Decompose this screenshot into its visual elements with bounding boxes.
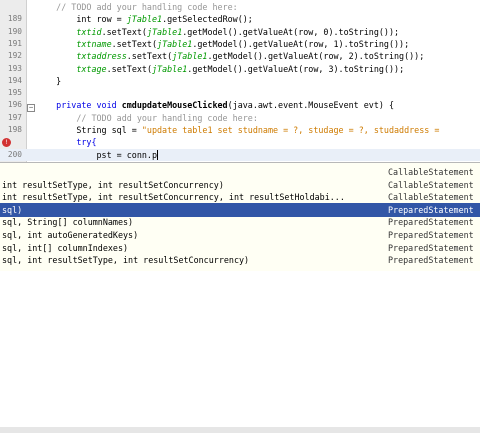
code-line[interactable]: 191 txtname.setText(jTable1.getModel().g… xyxy=(0,38,480,50)
code-token: // TODO add your handling code here: xyxy=(36,2,238,12)
code-token: (java.awt.event.MouseEvent evt) { xyxy=(227,100,395,111)
code-token: txtage xyxy=(76,63,107,74)
line-number: 189 xyxy=(7,14,22,24)
code-token: txtid xyxy=(76,26,102,37)
completion-footer xyxy=(0,427,480,433)
code-text: txtid.setText(jTable1.getModel().getValu… xyxy=(36,26,399,38)
code-line[interactable]: 197 // TODO add your handling code here: xyxy=(0,112,480,124)
code-text: private void cmdupdateMouseClicked(java.… xyxy=(36,99,394,111)
code-line[interactable]: // TODO add your handling code here: xyxy=(0,1,480,13)
code-text: txtname.setText(jTable1.getModel().getVa… xyxy=(36,38,409,50)
code-token: .getModel().getValueAt(row, 2).toString(… xyxy=(207,51,425,62)
line-number: 193 xyxy=(7,63,22,73)
line-number: 198 xyxy=(7,125,22,134)
completion-return-type: PreparedStatement xyxy=(388,255,474,266)
code-token: txtaddress xyxy=(76,51,127,62)
code-text: String sql = "update table1 set studname… xyxy=(36,124,444,136)
line-number: 197 xyxy=(7,112,22,122)
code-token: .getSelectedRow(); xyxy=(162,14,253,25)
fold-toggle-icon[interactable]: − xyxy=(27,104,35,112)
code-text: // TODO add your handling code here: xyxy=(36,1,238,13)
code-token: txtname xyxy=(76,38,112,49)
code-token: int row = xyxy=(36,14,127,25)
code-token: private void xyxy=(36,100,122,111)
code-text: int row = jTable1.getSelectedRow(); xyxy=(36,13,253,25)
code-token: // TODO add your handling code here: xyxy=(36,112,258,123)
error-icon[interactable]: ! xyxy=(2,138,11,147)
line-number: 192 xyxy=(7,51,22,61)
code-text: } xyxy=(36,75,61,87)
code-token: "update table1 set studname = ?, studage… xyxy=(141,125,445,135)
code-line[interactable]: 196 private void cmdupdateMouseClicked(j… xyxy=(0,99,480,111)
code-completion-popup[interactable]: CallableStatement int resultSetType, int … xyxy=(0,162,480,433)
code-token: String sql = xyxy=(36,125,142,135)
line-number: 196 xyxy=(7,100,22,110)
code-token: jTable1 xyxy=(157,38,193,49)
code-text: txtaddress.setText(jTable1.getModel().ge… xyxy=(36,50,424,62)
code-token: jTable1 xyxy=(146,26,183,37)
line-number: 195 xyxy=(7,88,22,98)
code-token: try{ xyxy=(36,137,97,148)
code-line[interactable]: 189 int row = jTable1.getSelectedRow(); xyxy=(0,13,480,25)
code-line[interactable]: 190 txtid.setText(jTable1.getModel().get… xyxy=(0,26,480,38)
code-text: try{ xyxy=(36,136,97,148)
completion-signature: sql, int resultSetType, int resultSetCon… xyxy=(2,255,250,266)
code-text: // TODO add your handling code here: xyxy=(36,112,258,124)
code-line[interactable]: 194 } xyxy=(0,75,480,87)
code-token: .setText( xyxy=(126,51,173,62)
code-token: pst = conn.p xyxy=(36,149,158,160)
code-line[interactable]: 198 String sql = "update table1 set stud… xyxy=(0,124,480,136)
code-token: .getModel().getValueAt(row, 3).toString(… xyxy=(187,63,405,74)
code-token: jTable1 xyxy=(126,14,163,25)
code-line[interactable]: 200 pst = conn.p xyxy=(0,148,480,161)
code-line[interactable]: 192 txtaddress.setText(jTable1.getModel(… xyxy=(0,50,480,62)
code-text: txtage.setText(jTable1.getModel().getVal… xyxy=(36,63,404,75)
code-token: jTable1 xyxy=(152,63,188,74)
line-number: 190 xyxy=(7,26,22,36)
code-token: .setText( xyxy=(106,63,152,74)
code-token: .getModel().getValueAt(row, 1).toString(… xyxy=(192,38,410,49)
code-token: .setText( xyxy=(101,26,147,37)
completion-item[interactable]: sql, int resultSetType, int resultSetCon… xyxy=(0,253,480,267)
code-line[interactable]: 195 xyxy=(0,87,480,99)
code-token: jTable1 xyxy=(172,51,208,62)
code-text: pst = conn.p xyxy=(36,149,159,161)
text-caret xyxy=(157,150,159,161)
code-line[interactable]: 193 txtage.setText(jTable1.getModel().ge… xyxy=(0,63,480,75)
code-token: .setText( xyxy=(111,38,158,49)
code-line[interactable]: try{ xyxy=(0,136,480,148)
line-number: 191 xyxy=(7,38,22,48)
code-token: cmdupdateMouseClicked xyxy=(121,100,228,111)
line-number: 200 xyxy=(7,149,22,159)
code-editor[interactable]: // TODO add your handling code here: 189 … xyxy=(0,0,480,162)
code-token: .getModel().getValueAt(row, 0).toString(… xyxy=(182,26,400,37)
line-number: 194 xyxy=(7,75,22,85)
code-token: } xyxy=(36,75,62,86)
